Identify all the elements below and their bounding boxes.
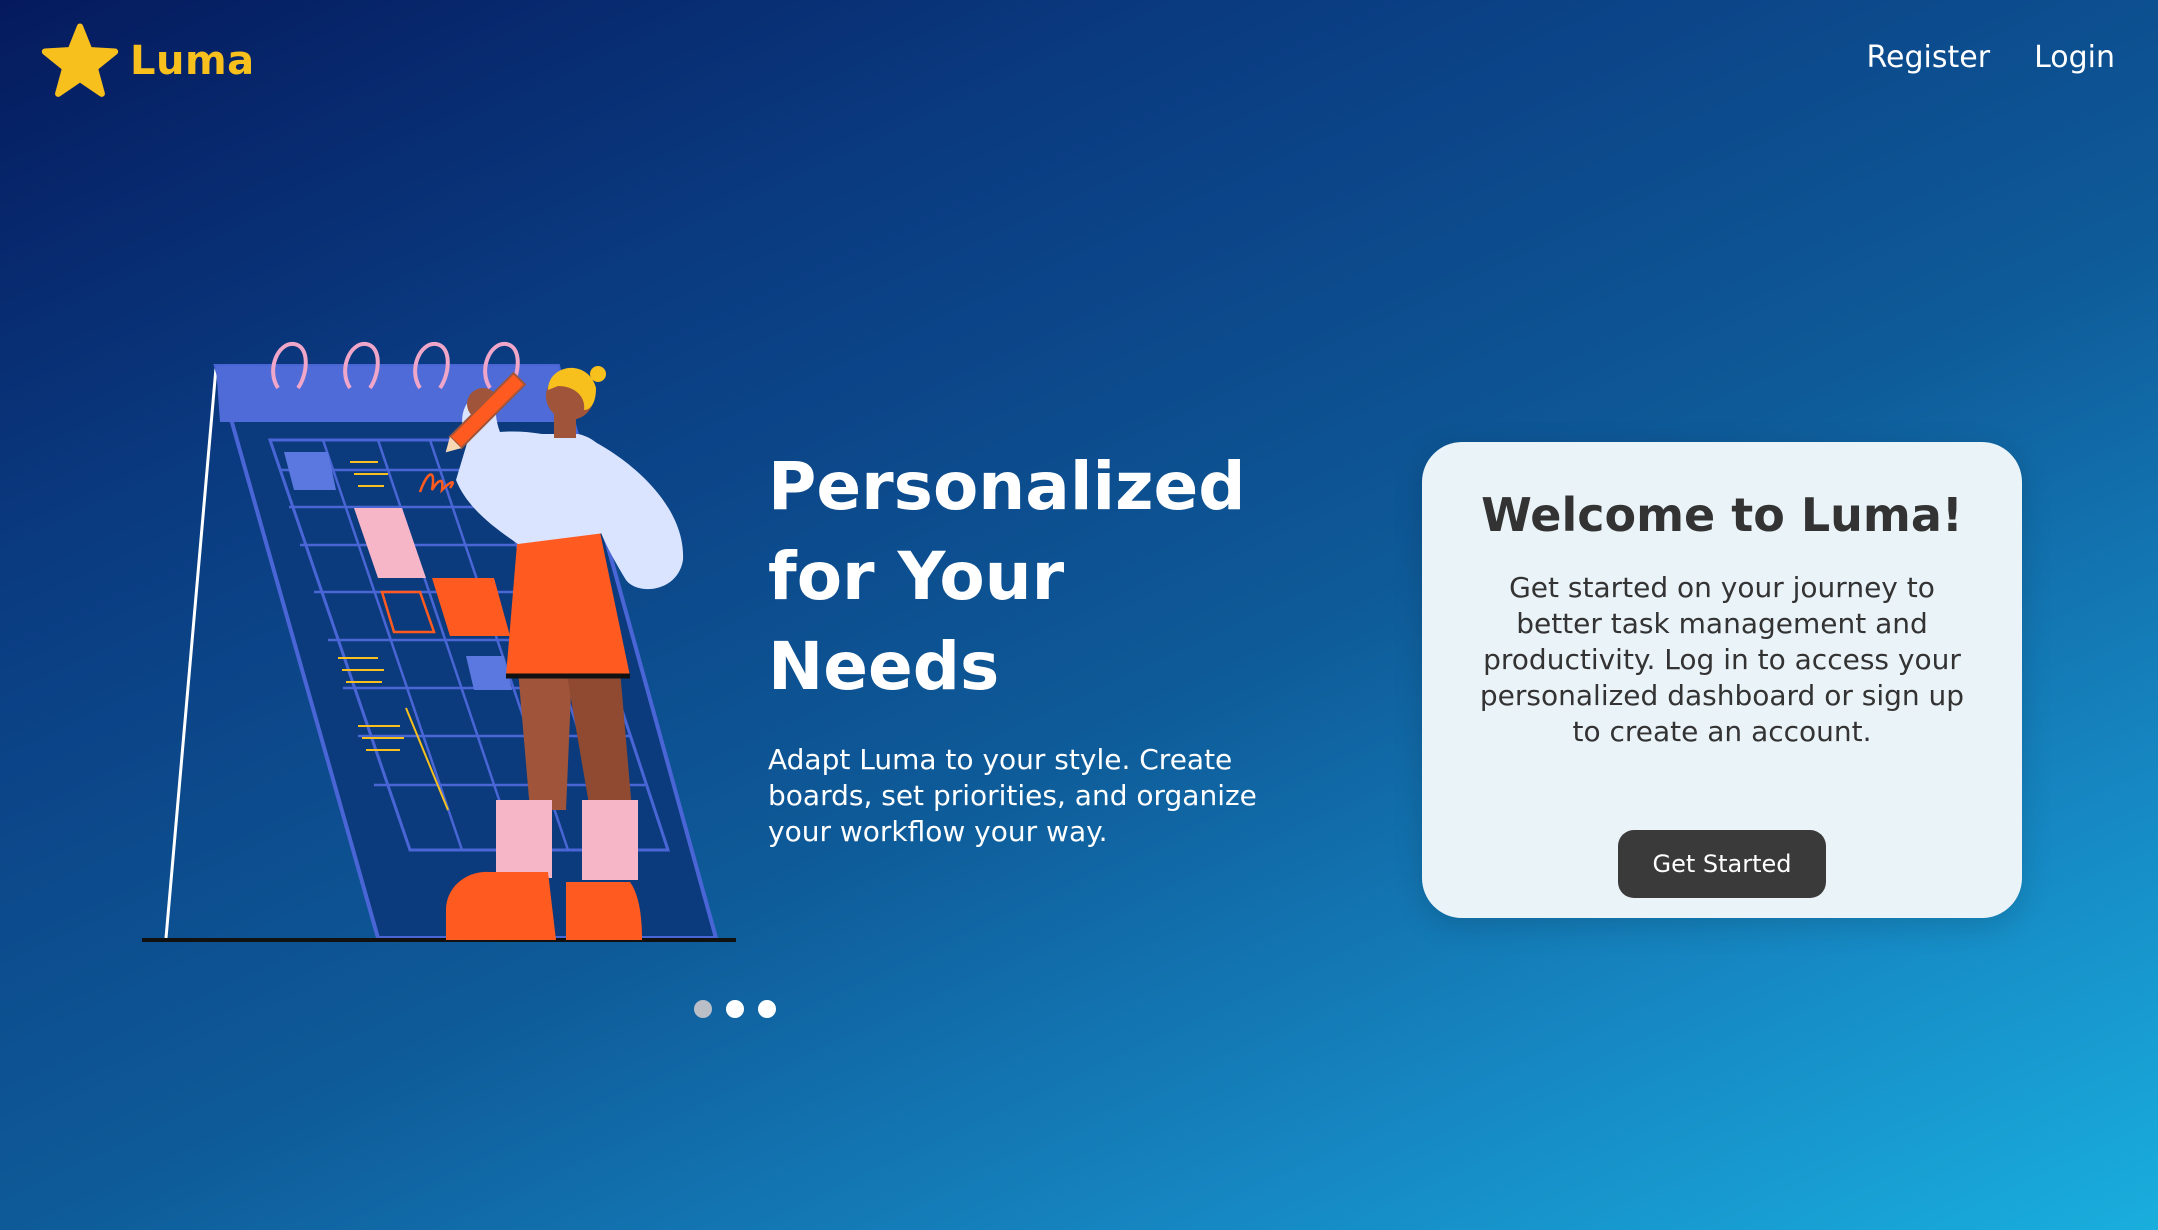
carousel-dot-1[interactable] xyxy=(694,1000,712,1018)
carousel-dot-3[interactable] xyxy=(758,1000,776,1018)
hero-subtitle: Adapt Luma to your style. Create boards,… xyxy=(768,743,1257,848)
hero-title: Personalized for Your Needs xyxy=(768,442,1288,712)
carousel-dots xyxy=(694,1000,776,1018)
carousel-dot-2[interactable] xyxy=(726,1000,744,1018)
brand-logo-link[interactable]: Luma xyxy=(40,22,255,100)
hero-title-line-1: Personalized xyxy=(768,448,1246,525)
hero-title-line-2: for Your xyxy=(768,538,1065,615)
get-started-button[interactable]: Get Started xyxy=(1618,830,1826,898)
calendar-illustration xyxy=(138,330,748,950)
login-link[interactable]: Login xyxy=(2034,40,2115,75)
welcome-card-body: Get started on your journey to better ta… xyxy=(1479,571,1965,748)
nav-links: Register Login xyxy=(1867,40,2115,75)
hero-title-line-3: Needs xyxy=(768,628,1000,705)
star-icon xyxy=(41,23,119,97)
register-link[interactable]: Register xyxy=(1867,40,1991,75)
welcome-card-title: Welcome to Luma! xyxy=(1481,488,1963,542)
hero-section: Personalized for Your Needs Adapt Luma t… xyxy=(768,442,1288,878)
brand-name: Luma xyxy=(130,38,255,84)
top-navbar: Luma Register Login xyxy=(0,0,2158,124)
welcome-card: Welcome to Luma! Get started on your jou… xyxy=(1422,442,2022,918)
